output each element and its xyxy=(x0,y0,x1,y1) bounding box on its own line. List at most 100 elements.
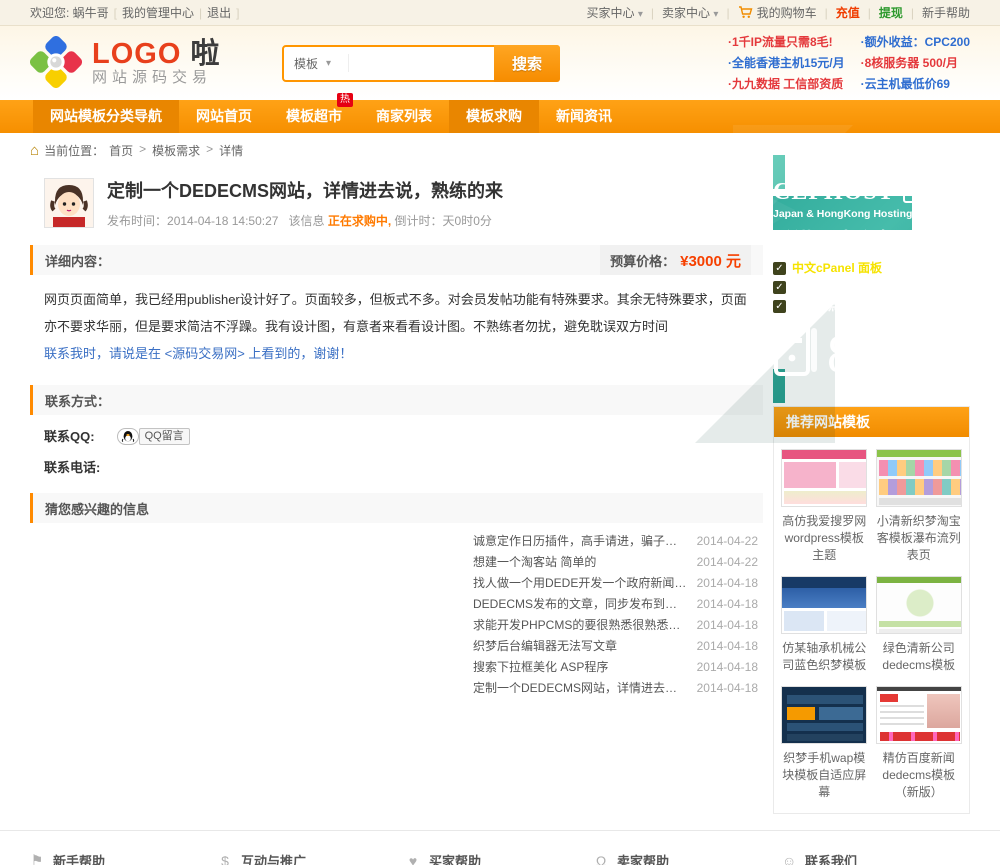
ad-price-unit: 元/年 xyxy=(889,351,928,379)
heart-icon: ♥ xyxy=(406,853,420,865)
template-caption[interactable]: 精仿百度新闻 dedecms模板（新版） xyxy=(875,750,964,801)
source-site-link[interactable]: 联系我时，请说是在 <源码交易网> 上看到的，谢谢！ xyxy=(44,340,749,367)
flag-icon: ⚑ xyxy=(30,852,44,865)
footer-column-promo: $ 互动与推广 邀请好友商务合作 xyxy=(218,851,406,865)
footer: ⚑ 新手帮助 关于我们购物流程售后保障 $ 互动与推广 邀请好友商务合作 ♥ 买… xyxy=(0,830,1000,865)
related-ad-placeholder xyxy=(44,531,473,699)
template-card[interactable]: 精仿百度新闻 dedecms模板（新版） xyxy=(875,686,964,801)
breadcrumb-link[interactable]: 详情 xyxy=(219,142,243,159)
bracket: ] xyxy=(236,6,239,20)
buyer-center-menu[interactable]: 买家中心 ▾ xyxy=(587,4,643,21)
related-date: 2014-04-22 xyxy=(697,552,758,573)
breadcrumb-link[interactable]: 首页 xyxy=(109,142,133,159)
related-link[interactable]: 定制一个DEDECMS网站，详情进去说，熟练的来 xyxy=(473,678,687,699)
search-button[interactable]: 搜索 xyxy=(494,45,560,82)
logo-icon xyxy=(30,36,82,91)
bracket: [ xyxy=(114,6,117,20)
related-link[interactable]: 求能开发PHPCMS的要很熟悉很熟悉的人才行 xyxy=(473,615,687,636)
promo-link[interactable]: ·额外收益：CPC200 xyxy=(861,32,970,53)
contact-qq-row: 联系QQ: QQ留言 xyxy=(30,421,763,452)
cart-link[interactable]: 我的购物车 xyxy=(738,4,817,21)
template-card[interactable]: 小清新织梦淘宝客模板瀑布流列表页 xyxy=(875,449,964,564)
template-thumbnail[interactable] xyxy=(876,449,962,507)
list-item: 求能开发PHPCMS的要很熟悉很熟悉的人才行 2014-04-18 xyxy=(473,615,758,636)
hosting-ad-banner[interactable]: CEFHOST Japan & HongKong Hosting 香港日本主机 … xyxy=(773,155,970,403)
related-link[interactable]: DEDECMS发布的文章，同步发布到微信公众号和 xyxy=(473,594,687,615)
footer-column-contact: ☺ 联系我们 客服QQ: 123456客服热线：工作时间（9:00-18:00） xyxy=(782,851,970,865)
nav-item[interactable]: 新闻资讯 xyxy=(539,100,629,133)
template-card[interactable]: 织梦手机wap模块模板自适应屏幕 xyxy=(780,686,869,801)
template-caption[interactable]: 绿色清新公司 dedecms模板 xyxy=(875,640,964,674)
ad-feature: ✓ 中文cPanel 面板 xyxy=(773,259,970,278)
promo-link[interactable]: ·1千IP流量只需8毛! xyxy=(728,32,845,53)
related-date: 2014-04-18 xyxy=(697,573,758,594)
check-icon: ✓ xyxy=(773,262,786,275)
site-logo[interactable]: LOGO 啦 网站源码交易 xyxy=(30,36,268,91)
search-input[interactable] xyxy=(349,47,494,80)
template-caption[interactable]: 仿某轴承机械公司蓝色织梦模板 xyxy=(780,640,869,674)
ad-feature: ✓ 日本节点/香港节点可选择 xyxy=(773,297,970,316)
withdraw-link[interactable]: 提现 xyxy=(879,4,903,21)
template-thumbnail[interactable] xyxy=(781,449,867,507)
related-link[interactable]: 搜索下拉框美化 ASP程序 xyxy=(473,657,608,678)
countdown-value: 天0时0分 xyxy=(443,214,492,228)
template-thumbnail[interactable] xyxy=(876,686,962,744)
related-link[interactable]: 想建一个淘客站 简单的 xyxy=(473,552,596,573)
promo-link[interactable]: ·九九数据 工信部资质 xyxy=(728,74,845,95)
template-thumbnail[interactable] xyxy=(781,576,867,634)
qq-penguin-icon xyxy=(117,428,139,445)
nav-item[interactable]: 模板超市 热 xyxy=(269,100,359,133)
template-thumbnail[interactable] xyxy=(876,576,962,634)
template-card[interactable]: 高仿我爱搜罗网 wordpress模板主题 xyxy=(780,449,869,564)
promo-column: ·额外收益：CPC200·8核服务器 500/月·云主机最低价69 xyxy=(861,32,970,95)
promo-link[interactable]: ·全能香港主机15元/月 xyxy=(728,53,845,74)
template-caption[interactable]: 小清新织梦淘宝客模板瀑布流列表页 xyxy=(875,513,964,564)
nav-item[interactable]: 网站模板分类导航 xyxy=(33,100,179,133)
breadcrumb-link[interactable]: 模板需求 xyxy=(152,142,200,159)
nav-item[interactable]: 模板求购 xyxy=(449,100,539,133)
post-meta: 发布时间：2014-04-18 14:50:27 该信息 正在求购中, 倒计时：… xyxy=(107,212,503,229)
seller-center-menu[interactable]: 卖家中心 ▾ xyxy=(662,4,718,21)
ad-title: 香港日本主机 xyxy=(773,224,970,253)
manage-center-link[interactable]: 我的管理中心 xyxy=(122,4,194,21)
related-date: 2014-04-22 xyxy=(697,531,758,552)
logo-text: LOGO 啦 xyxy=(92,39,220,69)
promo-link[interactable]: ·云主机最低价69 xyxy=(861,74,970,95)
post-content: 网页页面简单，我已经用publisher设计好了。页面较多，但板式不多。对会员发… xyxy=(30,281,763,375)
cart-icon xyxy=(738,6,753,19)
publish-time: 2014-04-18 14:50:27 xyxy=(167,214,278,228)
post-detail: 定制一个DEDECMS网站，详情进去说，熟练的来 发布时间：2014-04-18… xyxy=(30,165,763,707)
header-promos: ·1千IP流量只需8毛!·全能香港主机15元/月·九九数据 工信部资质 ·额外收… xyxy=(728,32,970,95)
search-category-select[interactable]: 模板 ▾ xyxy=(284,47,348,80)
template-thumbnail[interactable] xyxy=(781,686,867,744)
template-card[interactable]: 绿色清新公司 dedecms模板 xyxy=(875,576,964,674)
footer-column-seller: Ω 卖家帮助 如何成为商家如何发布商品商品发布规范 xyxy=(594,851,782,865)
footer-column-buyer: ♥ 买家帮助 购物流程售后保障常见问题 xyxy=(406,851,594,865)
ad-feature: ✓ 完美支持Wordpress等开源程序 xyxy=(773,278,970,297)
budget-value: ¥3000 元 xyxy=(680,250,741,271)
check-icon: ✓ xyxy=(773,281,786,294)
template-caption[interactable]: 高仿我爱搜罗网 wordpress模板主题 xyxy=(780,513,869,564)
promo-link[interactable]: ·8核服务器 500/月 xyxy=(861,53,970,74)
divider: | xyxy=(868,6,871,20)
dollar-icon: $ xyxy=(218,853,232,865)
related-link[interactable]: 织梦后台编辑器无法写文章 xyxy=(473,636,617,657)
nav-item[interactable]: 商家列表 xyxy=(359,100,449,133)
nav-item[interactable]: 网站首页 xyxy=(179,100,269,133)
related-date: 2014-04-18 xyxy=(697,615,758,636)
logout-link[interactable]: 退出 xyxy=(207,4,231,21)
template-caption[interactable]: 织梦手机wap模块模板自适应屏幕 xyxy=(780,750,869,801)
contact-phone-row: 联系电话: xyxy=(30,452,763,483)
footer-column-newbie: ⚑ 新手帮助 关于我们购物流程售后保障 xyxy=(30,851,218,865)
newbie-help-link[interactable]: 新手帮助 xyxy=(922,4,970,21)
related-area: 诚意定作日历插件，高手请进，骗子、无能者 2014-04-22 想建一个淘客站 … xyxy=(30,529,763,707)
site-header: LOGO 啦 网站源码交易 模板 ▾ 搜索 ·1千IP流量只需8毛!·全能香港主… xyxy=(0,26,1000,100)
divider: | xyxy=(651,6,654,20)
related-link[interactable]: 找人做一个用DEDE开发一个政府新闻门户网站 xyxy=(473,573,687,594)
divider: | xyxy=(726,6,729,20)
template-card[interactable]: 仿某轴承机械公司蓝色织梦模板 xyxy=(780,576,869,674)
qq-message-button[interactable]: QQ留言 xyxy=(117,428,190,445)
smile-icon: ☺ xyxy=(782,853,796,865)
recharge-link[interactable]: 充值 xyxy=(836,4,860,21)
related-link[interactable]: 诚意定作日历插件，高手请进，骗子、无能者 xyxy=(473,531,687,552)
